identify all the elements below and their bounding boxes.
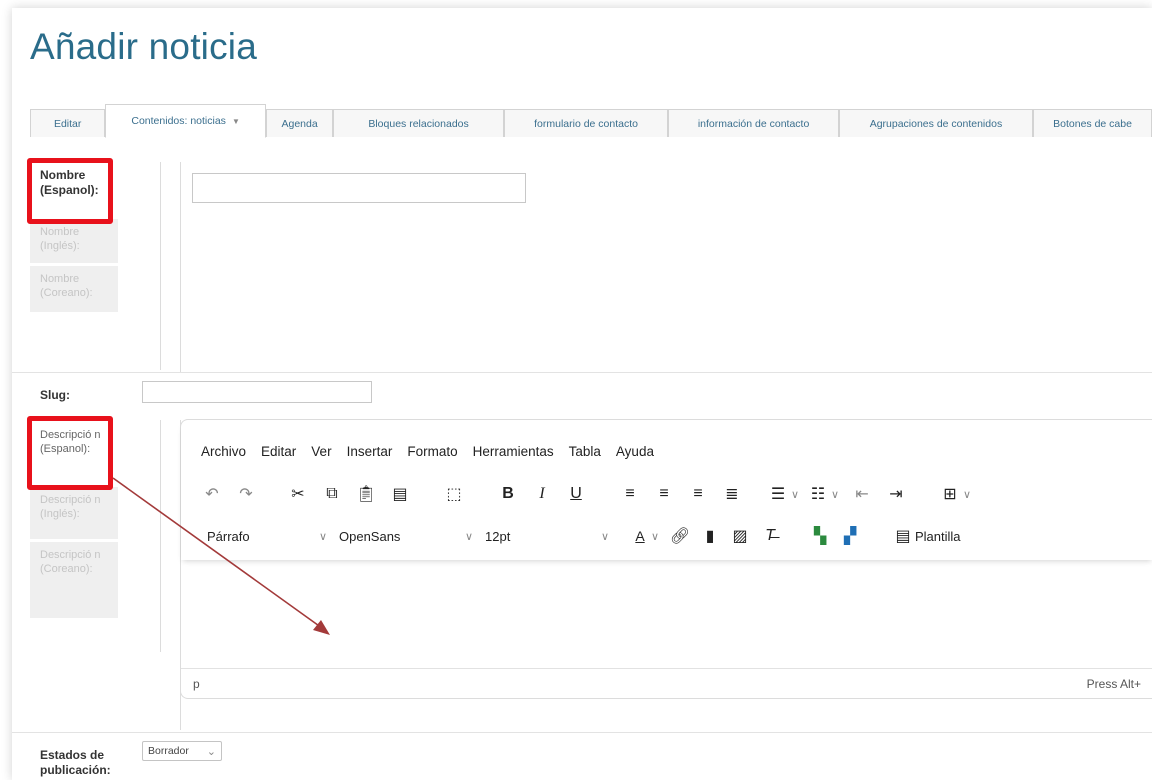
menu-insertar[interactable]: Insertar xyxy=(347,444,393,459)
table-icon[interactable]: ⊞ xyxy=(937,484,963,504)
tab-contenidos-noticias[interactable]: Contenidos: noticias ▼ xyxy=(105,104,266,138)
cut-icon[interactable]: ✂ xyxy=(281,484,315,504)
lang-tab-descripcion-coreano[interactable]: Descripció n (Coreano): xyxy=(30,542,118,618)
highlight-box-nombre xyxy=(27,158,113,224)
align-left-icon[interactable]: ≡ xyxy=(613,485,647,503)
lang-tab-nombre-coreano[interactable]: Nombre (Coreano): xyxy=(30,266,118,312)
caret-down-icon: ▼ xyxy=(231,116,240,126)
editor-toolbar-row-2: Párrafo ∨ OpenSans ∨ 12pt ∨ A ∨ 🔗︎ ▮ ▨ T̶ ▚… xyxy=(195,520,961,552)
align-justify-icon[interactable]: ≣ xyxy=(715,484,749,504)
tab-agenda[interactable]: Agenda xyxy=(265,109,334,137)
divider xyxy=(160,420,161,652)
chevron-down-icon: ∨ xyxy=(600,530,609,543)
chevron-down-icon[interactable]: ∨ xyxy=(791,488,805,501)
menu-tabla[interactable]: Tabla xyxy=(569,444,601,459)
nombre-espanol-input[interactable] xyxy=(192,173,526,203)
editor-toolbar-row-1: ↶ ↷ ✂ ⧉ 📋︎ ▤ ⬚ B I U ≡ ≡ ≡ ≣ ☰ ∨ ☷ ∨ ⇤ ⇥… xyxy=(195,478,977,510)
tab-informacion-de-contacto[interactable]: información de contacto xyxy=(668,109,839,137)
tab-bloques-relacionados[interactable]: Bloques relacionados xyxy=(333,109,504,137)
tab-botones-de-cabecera[interactable]: Botones de cabe xyxy=(1033,109,1152,137)
menu-herramientas[interactable]: Herramientas xyxy=(473,444,554,459)
bookmark-icon[interactable]: ▮ xyxy=(695,526,725,546)
slug-label: Slug: xyxy=(40,388,70,402)
font-color-icon[interactable]: A xyxy=(629,528,651,544)
underline-icon[interactable]: U xyxy=(559,485,593,503)
font-size-select[interactable]: 12pt ∨ xyxy=(479,523,615,549)
chevron-down-icon[interactable]: ∨ xyxy=(651,530,665,543)
template-button[interactable]: Plantilla xyxy=(915,529,961,544)
editor-content-area[interactable] xyxy=(181,562,1152,670)
tab-formulario-de-contacto[interactable]: formulario de contacto xyxy=(503,109,669,137)
menu-ver[interactable]: Ver xyxy=(311,444,331,459)
estados-label: Estados de publicación: xyxy=(40,748,111,777)
estados-select[interactable]: Borrador ⌄ xyxy=(142,741,222,761)
lang-tab-descripcion-ingles[interactable]: Descripció n (Inglés): xyxy=(30,487,118,539)
chevron-down-icon[interactable]: ∨ xyxy=(831,488,845,501)
select-all-icon[interactable]: ⬚ xyxy=(437,484,471,504)
align-center-icon[interactable]: ≡ xyxy=(647,485,681,503)
divider xyxy=(180,162,181,372)
bullet-list-icon[interactable]: ☰ xyxy=(765,484,791,504)
slug-input[interactable] xyxy=(142,381,372,403)
chevron-down-icon: ∨ xyxy=(464,530,473,543)
font-family-select[interactable]: OpenSans ∨ xyxy=(333,523,479,549)
numbered-list-icon[interactable]: ☷ xyxy=(805,484,831,504)
tab-bar: Editar Contenidos: noticias ▼ Agenda Bloq… xyxy=(30,104,1152,138)
chevron-down-icon: ⌄ xyxy=(206,745,216,758)
tab-agrupaciones-de-contenidos[interactable]: Agrupaciones de contenidos xyxy=(838,109,1034,137)
lang-tab-nombre-ingles[interactable]: Nombre (Inglés): xyxy=(30,219,118,263)
menu-ayuda[interactable]: Ayuda xyxy=(616,444,654,459)
element-path[interactable]: p xyxy=(193,677,200,691)
accessibility-hint: Press Alt+ xyxy=(1086,676,1141,691)
italic-icon[interactable]: I xyxy=(525,485,559,503)
paste-icon[interactable]: 📋︎ xyxy=(349,484,383,504)
chevron-down-icon: ∨ xyxy=(318,530,327,543)
editor-menubar: Archivo Editar Ver Insertar Formato Herr… xyxy=(201,444,669,459)
editor-statusbar: p Press Alt+ xyxy=(181,668,1152,698)
image-icon[interactable]: ▨ xyxy=(725,526,755,546)
copy-icon[interactable]: ⧉ xyxy=(315,485,349,503)
menu-archivo[interactable]: Archivo xyxy=(201,444,246,459)
menu-editar[interactable]: Editar xyxy=(261,444,296,459)
highlight-box-descripcion xyxy=(27,416,113,490)
divider xyxy=(160,162,161,370)
link-icon[interactable]: 🔗︎ xyxy=(665,526,695,546)
separator xyxy=(12,732,1152,733)
tab-editar[interactable]: Editar xyxy=(30,109,106,137)
page-title: Añadir noticia xyxy=(30,26,257,67)
indent-icon[interactable]: ⇥ xyxy=(879,484,913,504)
chevron-down-icon[interactable]: ∨ xyxy=(963,488,977,501)
plugin-icon[interactable]: ▞ xyxy=(835,526,865,546)
plugin-icon[interactable]: ▚ xyxy=(805,526,835,546)
rich-text-editor: Archivo Editar Ver Insertar Formato Herr… xyxy=(180,419,1152,699)
template-icon[interactable]: ▤ xyxy=(891,526,915,546)
paste-text-icon[interactable]: ▤ xyxy=(383,484,417,504)
bold-icon[interactable]: B xyxy=(491,485,525,503)
block-format-select[interactable]: Párrafo ∨ xyxy=(201,523,333,549)
separator xyxy=(12,372,1152,373)
redo-icon[interactable]: ↷ xyxy=(229,484,263,504)
outdent-icon[interactable]: ⇤ xyxy=(845,484,879,504)
undo-icon[interactable]: ↶ xyxy=(195,484,229,504)
align-right-icon[interactable]: ≡ xyxy=(681,485,715,503)
clear-formatting-icon[interactable]: T̶ xyxy=(755,527,785,545)
menu-formato[interactable]: Formato xyxy=(407,444,457,459)
